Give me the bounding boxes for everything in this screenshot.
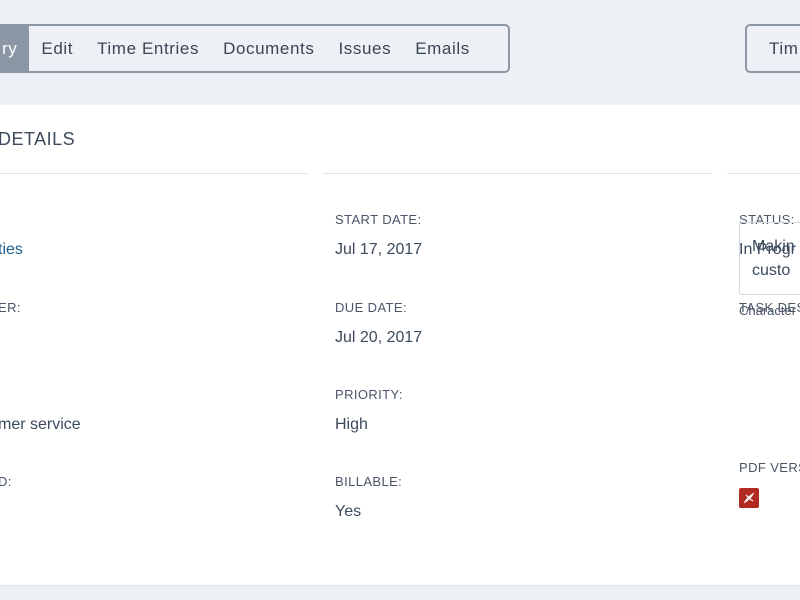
tab-edit[interactable]: Edit xyxy=(29,26,85,71)
due-date-label: DUE DATE: xyxy=(335,300,407,315)
footer-strip xyxy=(0,585,800,600)
project-link[interactable]: ties xyxy=(0,241,23,259)
pdf-file-icon[interactable] xyxy=(739,488,759,508)
character-count-note: Character xyxy=(739,303,797,318)
task-tabs: ry Edit Time Entries Documents Issues Em… xyxy=(0,24,510,73)
timer-button-label: Tim xyxy=(769,38,799,58)
card-title: DETAILS xyxy=(0,129,76,149)
priority-label: PRIORITY: xyxy=(335,387,403,402)
divider-right xyxy=(727,173,800,174)
pdf-version-label: PDF VERS xyxy=(739,460,800,475)
task-description-box: Makin custo xyxy=(739,222,800,295)
start-date-label: START DATE: xyxy=(335,212,422,227)
divider-middle xyxy=(323,173,712,174)
task-details-page: ry Edit Time Entries Documents Issues Em… xyxy=(0,0,800,600)
start-date-value: Jul 17, 2017 xyxy=(335,241,423,258)
due-date-value: Jul 20, 2017 xyxy=(335,329,423,346)
timer-button[interactable]: Tim xyxy=(745,24,800,73)
task-description-line-1: Makin xyxy=(752,238,795,255)
priority-value: High xyxy=(335,416,368,433)
tab-time-entries[interactable]: Time Entries xyxy=(85,26,211,71)
tab-summary[interactable]: ry xyxy=(0,26,30,71)
divider-left xyxy=(0,173,307,174)
tab-documents[interactable]: Documents xyxy=(211,26,326,71)
field-value-left-3: mer service xyxy=(0,416,81,433)
billable-label: BILLABLE: xyxy=(335,474,403,489)
pdf-glyph-icon xyxy=(743,492,755,504)
field-label-left-4: D: xyxy=(0,474,12,489)
field-label-left-2: ER: xyxy=(0,300,21,315)
tab-emails[interactable]: Emails xyxy=(403,26,482,71)
task-description-line-2: custo xyxy=(752,262,791,279)
details-card: DETAILS ties ER: mer service D: START DA… xyxy=(0,105,800,585)
billable-value: Yes xyxy=(335,503,362,520)
tab-issues[interactable]: Issues xyxy=(326,26,403,71)
